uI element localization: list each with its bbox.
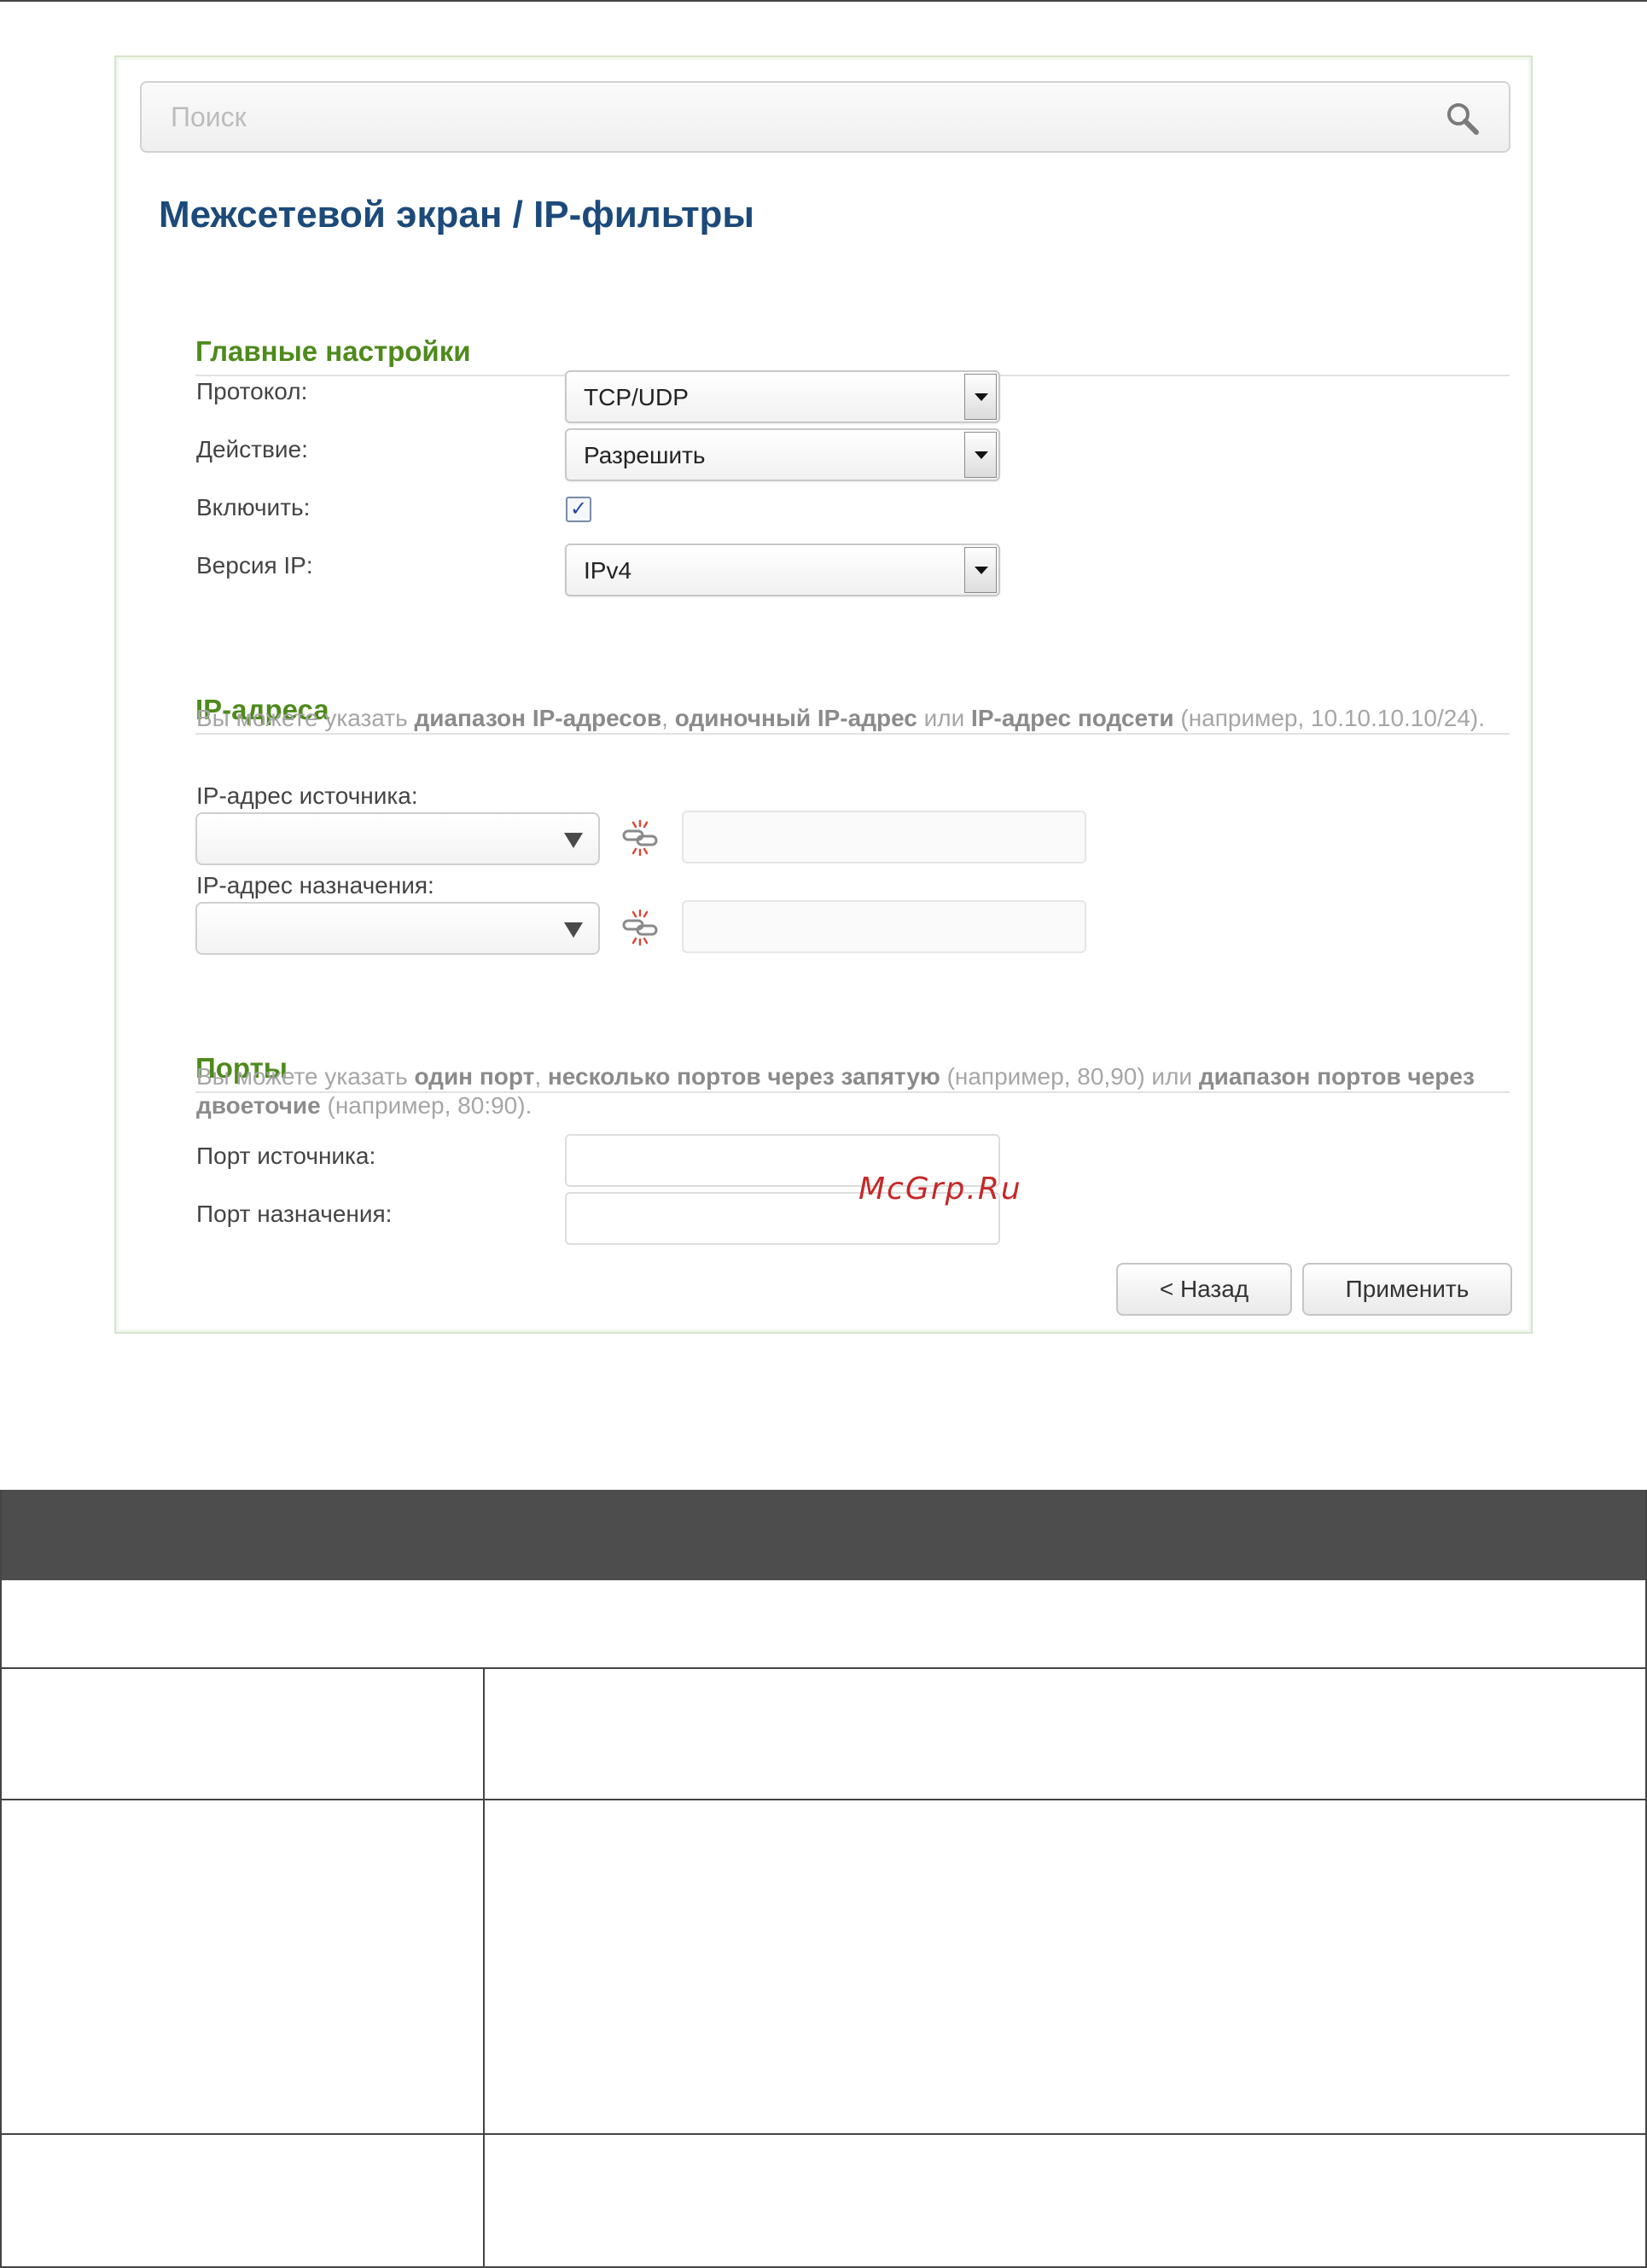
- chevron-down-icon[interactable]: [964, 374, 997, 420]
- table-row: [2, 2135, 1645, 2268]
- destination-ip-label: IP-адрес назначения:: [196, 872, 434, 898]
- enable-label: Включить:: [196, 494, 311, 520]
- search-box[interactable]: [140, 81, 1510, 153]
- protocol-label: Протокол:: [196, 378, 308, 404]
- link-broken-icon[interactable]: [621, 909, 659, 946]
- back-button[interactable]: < Назад: [1116, 1263, 1292, 1316]
- destination-ip-field[interactable]: [682, 900, 1086, 953]
- action-value: Разрешить: [584, 442, 706, 468]
- dropdown-arrow-icon[interactable]: [564, 833, 583, 848]
- source-port-label: Порт источника:: [196, 1143, 376, 1169]
- ip-version-value: IPv4: [584, 557, 632, 584]
- description-table: [0, 1490, 1647, 2268]
- table-row: [2, 1800, 1645, 2135]
- table-row: [2, 1580, 1645, 1669]
- protocol-value: TCP/UDP: [584, 384, 689, 410]
- protocol-select[interactable]: TCP/UDP: [565, 370, 1000, 423]
- ports-hint: Вы можете указать один порт, несколько п…: [196, 1063, 1475, 1119]
- action-label: Действие:: [196, 436, 308, 462]
- apply-button[interactable]: Применить: [1302, 1263, 1512, 1316]
- top-rule: [0, 0, 1647, 2]
- destination-port-label: Порт назначения:: [196, 1201, 393, 1227]
- link-broken-icon[interactable]: [621, 819, 659, 857]
- search-icon[interactable]: [1442, 98, 1483, 139]
- table-cell: [2, 1800, 485, 2133]
- chevron-down-icon[interactable]: [964, 432, 997, 478]
- ip-addresses-hint: Вы можете указать диапазон IP-адресов, о…: [196, 705, 1486, 731]
- source-ip-input[interactable]: [684, 812, 1085, 862]
- destination-ip-combo[interactable]: [195, 902, 600, 955]
- table-header: [2, 1490, 1645, 1580]
- ip-version-select[interactable]: IPv4: [565, 544, 1000, 596]
- checkmark-icon: ✓: [569, 497, 588, 520]
- watermark: McGrp.Ru: [858, 1172, 1022, 1207]
- source-ip-label: IP-адрес источника:: [196, 782, 418, 809]
- enable-checkbox[interactable]: ✓: [566, 497, 591, 522]
- screenshot-panel: Межсетевой экран / IP-фильтры Главные на…: [114, 55, 1533, 1334]
- chevron-down-icon[interactable]: [964, 547, 997, 593]
- source-ip-field[interactable]: [682, 811, 1086, 864]
- table-cell: [2, 2135, 485, 2266]
- destination-ip-input[interactable]: [684, 902, 1085, 951]
- search-input[interactable]: [142, 83, 1509, 151]
- table-row: [2, 1669, 1645, 1800]
- page-title: Межсетевой экран / IP-фильтры: [159, 194, 754, 236]
- section-title: Главные настройки: [195, 335, 471, 367]
- action-select[interactable]: Разрешить: [565, 428, 1000, 481]
- source-ip-combo[interactable]: [195, 812, 600, 865]
- ip-version-label: Версия IP:: [196, 552, 313, 579]
- dropdown-arrow-icon[interactable]: [564, 922, 583, 938]
- table-cell: [2, 1669, 485, 1799]
